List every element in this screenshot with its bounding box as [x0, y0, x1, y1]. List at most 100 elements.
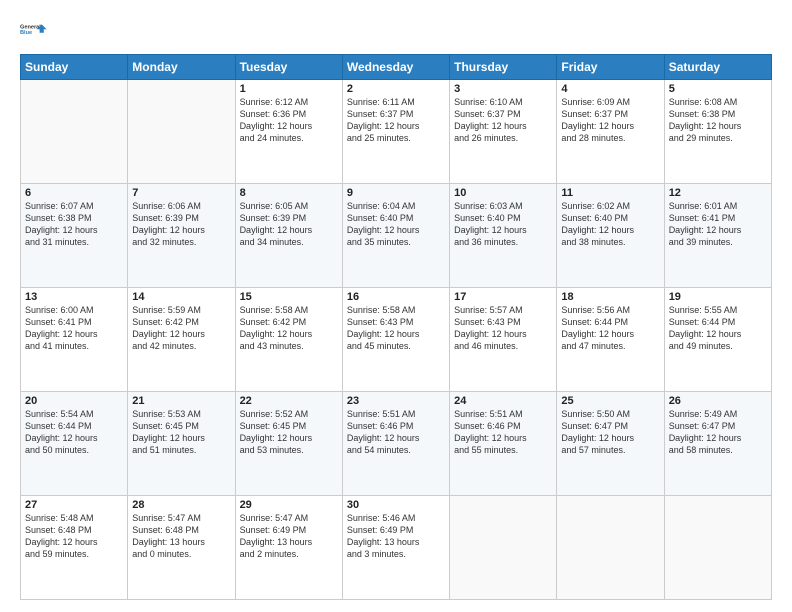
day-info: Sunrise: 5:54 AM Sunset: 6:44 PM Dayligh… — [25, 408, 123, 457]
calendar-cell: 5Sunrise: 6:08 AM Sunset: 6:38 PM Daylig… — [664, 80, 771, 184]
calendar-cell — [21, 80, 128, 184]
day-number: 29 — [240, 499, 338, 511]
day-info: Sunrise: 5:52 AM Sunset: 6:45 PM Dayligh… — [240, 408, 338, 457]
calendar-cell: 6Sunrise: 6:07 AM Sunset: 6:38 PM Daylig… — [21, 184, 128, 288]
calendar-cell: 7Sunrise: 6:06 AM Sunset: 6:39 PM Daylig… — [128, 184, 235, 288]
day-info: Sunrise: 5:56 AM Sunset: 6:44 PM Dayligh… — [561, 304, 659, 353]
day-number: 21 — [132, 395, 230, 407]
weekday-header-sunday: Sunday — [21, 55, 128, 80]
calendar-cell — [664, 496, 771, 600]
day-number: 9 — [347, 187, 445, 199]
calendar-cell: 14Sunrise: 5:59 AM Sunset: 6:42 PM Dayli… — [128, 288, 235, 392]
day-info: Sunrise: 5:59 AM Sunset: 6:42 PM Dayligh… — [132, 304, 230, 353]
day-info: Sunrise: 6:06 AM Sunset: 6:39 PM Dayligh… — [132, 200, 230, 249]
day-info: Sunrise: 5:58 AM Sunset: 6:43 PM Dayligh… — [347, 304, 445, 353]
day-info: Sunrise: 6:12 AM Sunset: 6:36 PM Dayligh… — [240, 96, 338, 145]
day-info: Sunrise: 5:47 AM Sunset: 6:48 PM Dayligh… — [132, 512, 230, 561]
calendar-cell: 12Sunrise: 6:01 AM Sunset: 6:41 PM Dayli… — [664, 184, 771, 288]
calendar-cell — [128, 80, 235, 184]
calendar-cell: 20Sunrise: 5:54 AM Sunset: 6:44 PM Dayli… — [21, 392, 128, 496]
day-number: 2 — [347, 83, 445, 95]
day-info: Sunrise: 5:46 AM Sunset: 6:49 PM Dayligh… — [347, 512, 445, 561]
calendar-cell: 1Sunrise: 6:12 AM Sunset: 6:36 PM Daylig… — [235, 80, 342, 184]
calendar-week-3: 13Sunrise: 6:00 AM Sunset: 6:41 PM Dayli… — [21, 288, 772, 392]
calendar-cell: 26Sunrise: 5:49 AM Sunset: 6:47 PM Dayli… — [664, 392, 771, 496]
day-number: 12 — [669, 187, 767, 199]
day-number: 18 — [561, 291, 659, 303]
weekday-header-row: SundayMondayTuesdayWednesdayThursdayFrid… — [21, 55, 772, 80]
weekday-header-friday: Friday — [557, 55, 664, 80]
calendar-cell: 2Sunrise: 6:11 AM Sunset: 6:37 PM Daylig… — [342, 80, 449, 184]
day-info: Sunrise: 5:57 AM Sunset: 6:43 PM Dayligh… — [454, 304, 552, 353]
svg-text:General: General — [20, 25, 41, 31]
day-number: 22 — [240, 395, 338, 407]
day-info: Sunrise: 5:49 AM Sunset: 6:47 PM Dayligh… — [669, 408, 767, 457]
day-info: Sunrise: 6:00 AM Sunset: 6:41 PM Dayligh… — [25, 304, 123, 353]
day-number: 4 — [561, 83, 659, 95]
day-number: 27 — [25, 499, 123, 511]
calendar-cell: 13Sunrise: 6:00 AM Sunset: 6:41 PM Dayli… — [21, 288, 128, 392]
calendar-cell: 16Sunrise: 5:58 AM Sunset: 6:43 PM Dayli… — [342, 288, 449, 392]
day-info: Sunrise: 6:05 AM Sunset: 6:39 PM Dayligh… — [240, 200, 338, 249]
weekday-header-saturday: Saturday — [664, 55, 771, 80]
calendar-table: SundayMondayTuesdayWednesdayThursdayFrid… — [20, 54, 772, 600]
day-number: 20 — [25, 395, 123, 407]
day-number: 15 — [240, 291, 338, 303]
day-number: 30 — [347, 499, 445, 511]
calendar-cell: 25Sunrise: 5:50 AM Sunset: 6:47 PM Dayli… — [557, 392, 664, 496]
day-info: Sunrise: 5:47 AM Sunset: 6:49 PM Dayligh… — [240, 512, 338, 561]
day-info: Sunrise: 5:58 AM Sunset: 6:42 PM Dayligh… — [240, 304, 338, 353]
day-info: Sunrise: 5:53 AM Sunset: 6:45 PM Dayligh… — [132, 408, 230, 457]
day-number: 26 — [669, 395, 767, 407]
logo-icon: GeneralBlue — [20, 16, 48, 44]
day-number: 10 — [454, 187, 552, 199]
day-info: Sunrise: 6:02 AM Sunset: 6:40 PM Dayligh… — [561, 200, 659, 249]
day-number: 6 — [25, 187, 123, 199]
calendar-cell: 22Sunrise: 5:52 AM Sunset: 6:45 PM Dayli… — [235, 392, 342, 496]
day-number: 17 — [454, 291, 552, 303]
day-number: 24 — [454, 395, 552, 407]
day-info: Sunrise: 5:48 AM Sunset: 6:48 PM Dayligh… — [25, 512, 123, 561]
calendar-week-2: 6Sunrise: 6:07 AM Sunset: 6:38 PM Daylig… — [21, 184, 772, 288]
day-number: 25 — [561, 395, 659, 407]
calendar-cell: 9Sunrise: 6:04 AM Sunset: 6:40 PM Daylig… — [342, 184, 449, 288]
calendar-cell: 11Sunrise: 6:02 AM Sunset: 6:40 PM Dayli… — [557, 184, 664, 288]
day-number: 3 — [454, 83, 552, 95]
calendar-cell: 27Sunrise: 5:48 AM Sunset: 6:48 PM Dayli… — [21, 496, 128, 600]
weekday-header-wednesday: Wednesday — [342, 55, 449, 80]
calendar-cell: 17Sunrise: 5:57 AM Sunset: 6:43 PM Dayli… — [450, 288, 557, 392]
weekday-header-tuesday: Tuesday — [235, 55, 342, 80]
day-info: Sunrise: 6:08 AM Sunset: 6:38 PM Dayligh… — [669, 96, 767, 145]
calendar-cell: 30Sunrise: 5:46 AM Sunset: 6:49 PM Dayli… — [342, 496, 449, 600]
header: GeneralBlue — [20, 16, 772, 44]
day-number: 13 — [25, 291, 123, 303]
day-number: 19 — [669, 291, 767, 303]
day-info: Sunrise: 6:04 AM Sunset: 6:40 PM Dayligh… — [347, 200, 445, 249]
weekday-header-thursday: Thursday — [450, 55, 557, 80]
day-info: Sunrise: 5:55 AM Sunset: 6:44 PM Dayligh… — [669, 304, 767, 353]
calendar-cell: 23Sunrise: 5:51 AM Sunset: 6:46 PM Dayli… — [342, 392, 449, 496]
day-info: Sunrise: 5:51 AM Sunset: 6:46 PM Dayligh… — [454, 408, 552, 457]
calendar-cell: 19Sunrise: 5:55 AM Sunset: 6:44 PM Dayli… — [664, 288, 771, 392]
day-info: Sunrise: 6:01 AM Sunset: 6:41 PM Dayligh… — [669, 200, 767, 249]
day-number: 7 — [132, 187, 230, 199]
day-number: 1 — [240, 83, 338, 95]
calendar-cell: 10Sunrise: 6:03 AM Sunset: 6:40 PM Dayli… — [450, 184, 557, 288]
calendar-cell: 28Sunrise: 5:47 AM Sunset: 6:48 PM Dayli… — [128, 496, 235, 600]
weekday-header-monday: Monday — [128, 55, 235, 80]
day-info: Sunrise: 6:10 AM Sunset: 6:37 PM Dayligh… — [454, 96, 552, 145]
page: GeneralBlue SundayMondayTuesdayWednesday… — [0, 0, 792, 612]
day-number: 28 — [132, 499, 230, 511]
calendar-cell: 29Sunrise: 5:47 AM Sunset: 6:49 PM Dayli… — [235, 496, 342, 600]
logo: GeneralBlue — [20, 16, 48, 44]
day-info: Sunrise: 6:03 AM Sunset: 6:40 PM Dayligh… — [454, 200, 552, 249]
day-info: Sunrise: 6:09 AM Sunset: 6:37 PM Dayligh… — [561, 96, 659, 145]
day-info: Sunrise: 6:11 AM Sunset: 6:37 PM Dayligh… — [347, 96, 445, 145]
calendar-cell: 8Sunrise: 6:05 AM Sunset: 6:39 PM Daylig… — [235, 184, 342, 288]
calendar-cell — [450, 496, 557, 600]
calendar-week-4: 20Sunrise: 5:54 AM Sunset: 6:44 PM Dayli… — [21, 392, 772, 496]
day-number: 16 — [347, 291, 445, 303]
calendar-cell: 3Sunrise: 6:10 AM Sunset: 6:37 PM Daylig… — [450, 80, 557, 184]
calendar-week-1: 1Sunrise: 6:12 AM Sunset: 6:36 PM Daylig… — [21, 80, 772, 184]
svg-text:Blue: Blue — [20, 30, 32, 36]
